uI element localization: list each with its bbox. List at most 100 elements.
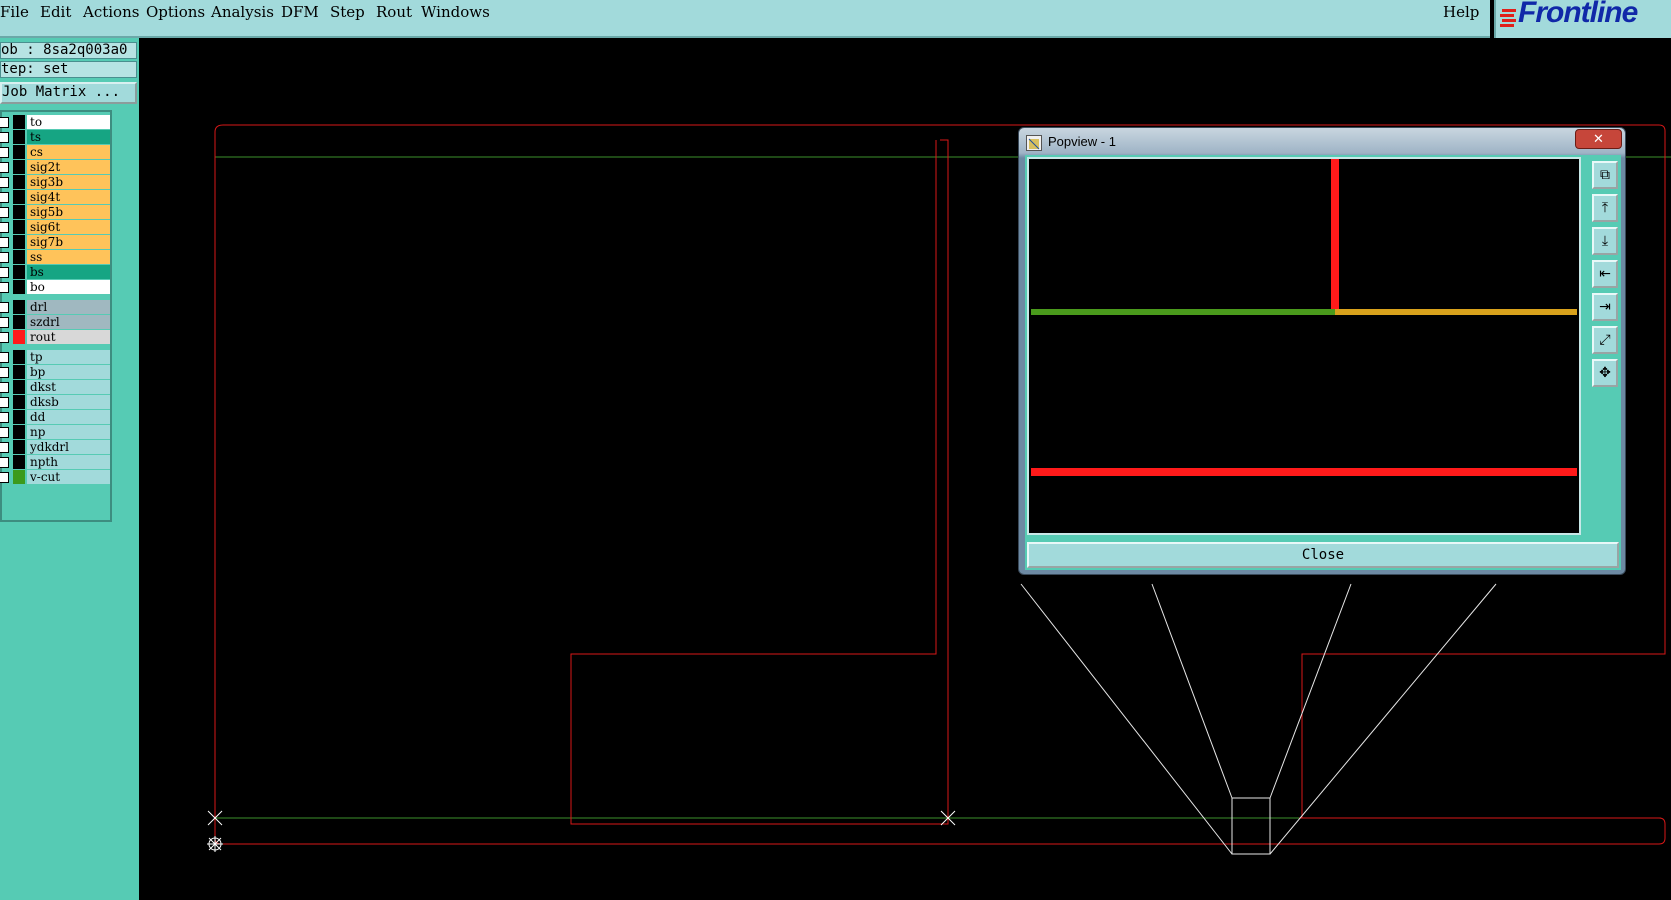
layer-checkbox[interactable] [0, 267, 9, 278]
layer-row-npth[interactable]: npth [0, 455, 112, 470]
layer-color-swatch[interactable] [13, 160, 25, 174]
layer-name[interactable]: ydkdrl [27, 440, 110, 454]
layer-checkbox[interactable] [0, 457, 9, 468]
layer-checkbox[interactable] [0, 332, 9, 343]
zoom-window-button[interactable]: ⧉ [1592, 161, 1618, 189]
layer-color-swatch[interactable] [13, 280, 25, 294]
layer-name[interactable]: drl [27, 300, 110, 314]
layer-row-ydkdrl[interactable]: ydkdrl [0, 440, 112, 455]
layer-checkbox[interactable] [0, 117, 9, 128]
menu-rout[interactable]: Rout [376, 3, 412, 21]
layer-row-drl[interactable]: drl [0, 300, 112, 315]
layer-name[interactable]: ss [27, 250, 110, 264]
layer-checkbox[interactable] [0, 207, 9, 218]
layer-checkbox[interactable] [0, 397, 9, 408]
menu-options[interactable]: Options [146, 3, 205, 21]
layer-color-swatch[interactable] [13, 115, 25, 129]
menu-windows[interactable]: Windows [421, 3, 490, 21]
layer-name[interactable]: dd [27, 410, 110, 424]
layer-color-swatch[interactable] [13, 250, 25, 264]
page-right-button[interactable]: ⇥ [1592, 293, 1618, 321]
menu-edit[interactable]: Edit [40, 3, 71, 21]
page-up-button[interactable]: ⤒ [1592, 194, 1618, 222]
layer-color-swatch[interactable] [13, 205, 25, 219]
layer-row-dkst[interactable]: dkst [0, 380, 112, 395]
layer-name[interactable]: sig5b [27, 205, 110, 219]
layer-checkbox[interactable] [0, 317, 9, 328]
layer-name[interactable]: bo [27, 280, 110, 294]
layer-row-sig2t[interactable]: sig2t [0, 160, 112, 175]
layer-name[interactable]: sig2t [27, 160, 110, 174]
layer-row-sig5b[interactable]: sig5b [0, 205, 112, 220]
layer-color-swatch[interactable] [13, 365, 25, 379]
layer-name[interactable]: sig3b [27, 175, 110, 189]
layer-color-swatch[interactable] [13, 265, 25, 279]
layer-checkbox[interactable] [0, 132, 9, 143]
layer-row-v-cut[interactable]: v-cut [0, 470, 112, 485]
layer-name[interactable]: szdrl [27, 315, 110, 329]
layer-checkbox[interactable] [0, 147, 9, 158]
layer-row-bs[interactable]: bs [0, 265, 112, 280]
layer-name[interactable]: rout [27, 330, 110, 344]
layer-row-ts[interactable]: ts [0, 130, 112, 145]
layer-name[interactable]: cs [27, 145, 110, 159]
layer-name[interactable]: sig7b [27, 235, 110, 249]
window-close-button[interactable]: ✕ [1575, 129, 1622, 149]
menu-step[interactable]: Step [330, 3, 365, 21]
layer-checkbox[interactable] [0, 237, 9, 248]
layer-color-swatch[interactable] [13, 440, 25, 454]
layer-name[interactable]: sig6t [27, 220, 110, 234]
layer-color-swatch[interactable] [13, 190, 25, 204]
layer-name[interactable]: dkst [27, 380, 110, 394]
layer-name[interactable]: bp [27, 365, 110, 379]
layer-row-np[interactable]: np [0, 425, 112, 440]
layer-name[interactable]: np [27, 425, 110, 439]
layer-name[interactable]: npth [27, 455, 110, 469]
layer-color-swatch[interactable] [13, 220, 25, 234]
zoom-home-button[interactable]: ✥ [1592, 359, 1618, 387]
layer-row-cs[interactable]: cs [0, 145, 112, 160]
layer-checkbox[interactable] [0, 302, 9, 313]
layer-color-swatch[interactable] [13, 455, 25, 469]
layer-row-sig7b[interactable]: sig7b [0, 235, 112, 250]
layer-checkbox[interactable] [0, 367, 9, 378]
layer-row-sig3b[interactable]: sig3b [0, 175, 112, 190]
layer-name[interactable]: v-cut [27, 470, 110, 484]
menu-dfm[interactable]: DFM [281, 3, 319, 21]
layer-checkbox[interactable] [0, 412, 9, 423]
layer-color-swatch[interactable] [13, 395, 25, 409]
popview-close-button[interactable]: Close [1027, 542, 1619, 568]
layer-checkbox[interactable] [0, 442, 9, 453]
layer-row-sig4t[interactable]: sig4t [0, 190, 112, 205]
layer-row-tp[interactable]: tp [0, 350, 112, 365]
menu-file[interactable]: File [0, 3, 29, 21]
layer-checkbox[interactable] [0, 222, 9, 233]
layer-row-to[interactable]: to [0, 115, 112, 130]
layer-row-bo[interactable]: bo [0, 280, 112, 295]
layer-row-bp[interactable]: bp [0, 365, 112, 380]
layer-color-swatch[interactable] [13, 235, 25, 249]
layer-color-swatch[interactable] [13, 130, 25, 144]
layer-color-swatch[interactable] [13, 425, 25, 439]
layer-row-szdrl[interactable]: szdrl [0, 315, 112, 330]
layer-checkbox[interactable] [0, 472, 9, 483]
layer-name[interactable]: bs [27, 265, 110, 279]
layer-row-dksb[interactable]: dksb [0, 395, 112, 410]
layer-checkbox[interactable] [0, 282, 9, 293]
job-matrix-button[interactable]: Job Matrix ... [0, 82, 137, 104]
layer-color-swatch[interactable] [13, 330, 25, 344]
layer-checkbox[interactable] [0, 252, 9, 263]
layer-color-swatch[interactable] [13, 410, 25, 424]
layer-row-sig6t[interactable]: sig6t [0, 220, 112, 235]
popview-canvas[interactable] [1027, 157, 1581, 535]
layer-checkbox[interactable] [0, 352, 9, 363]
page-left-button[interactable]: ⇤ [1592, 260, 1618, 288]
layer-checkbox[interactable] [0, 192, 9, 203]
layer-color-swatch[interactable] [13, 315, 25, 329]
layer-checkbox[interactable] [0, 427, 9, 438]
layer-name[interactable]: to [27, 115, 110, 129]
layer-name[interactable]: ts [27, 130, 110, 144]
layer-color-swatch[interactable] [13, 470, 25, 484]
layer-row-dd[interactable]: dd [0, 410, 112, 425]
zoom-fit-button[interactable]: ⤢ [1592, 326, 1618, 354]
